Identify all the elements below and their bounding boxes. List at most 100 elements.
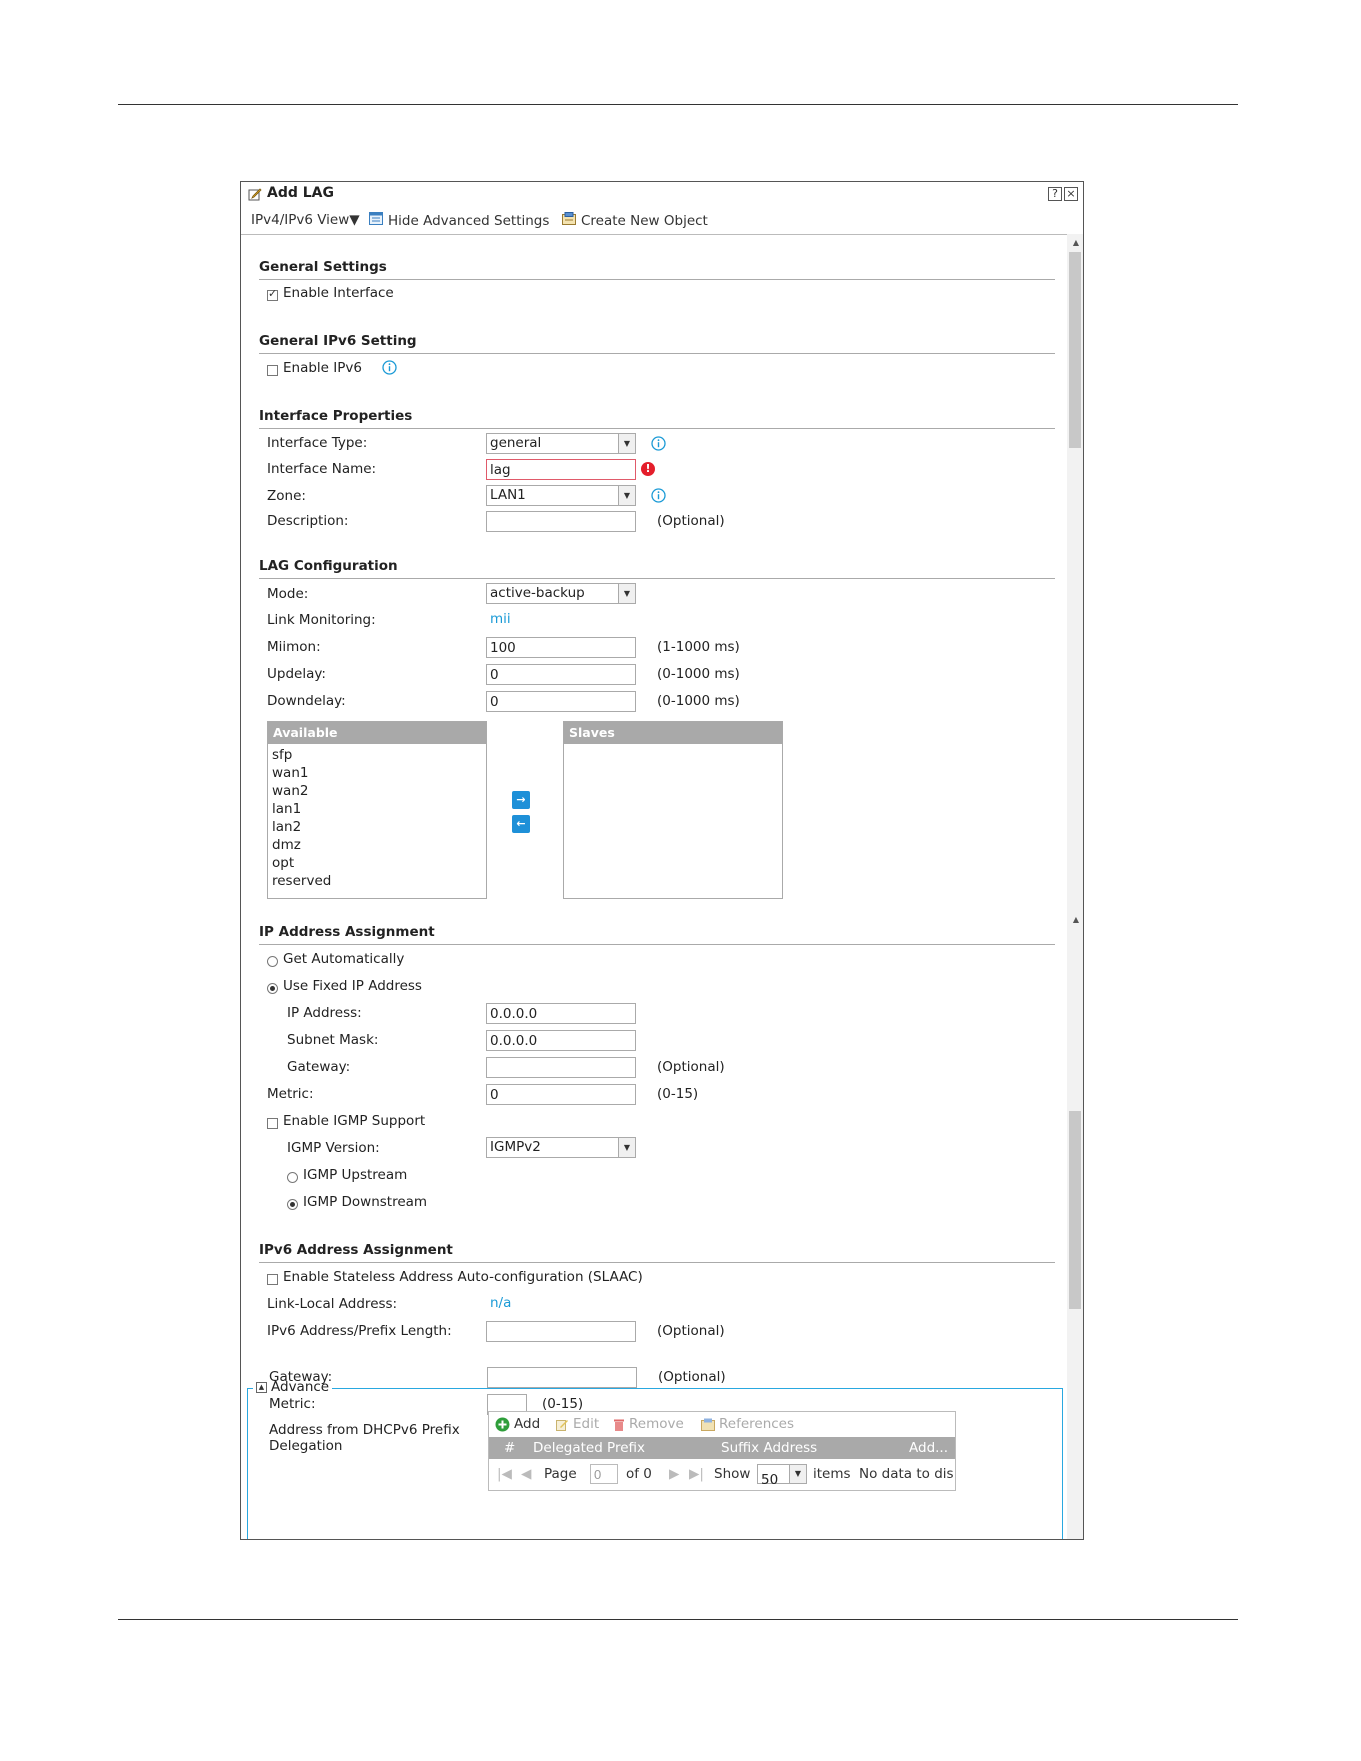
link-local-value: n/a — [490, 1295, 512, 1311]
ipv6-prefix-input[interactable] — [486, 1321, 636, 1342]
section-divider — [259, 279, 1055, 280]
link-monitoring-value: mii — [490, 611, 511, 627]
page-size-select[interactable]: 50 ▼ — [757, 1464, 807, 1488]
miimon-input[interactable] — [486, 637, 636, 658]
items-label: items — [813, 1466, 851, 1482]
info-icon[interactable] — [651, 436, 666, 451]
edit-icon — [556, 1419, 568, 1431]
igmp-upstream-radio[interactable] — [287, 1172, 298, 1183]
subnet-mask-input[interactable] — [486, 1030, 636, 1051]
chevron-down-icon: ▼ — [618, 486, 635, 505]
lag-configuration-title: LAG Configuration — [259, 558, 398, 574]
dialog-toolbar: IPv4/IPv6 View▼ Hide Advanced Settings C… — [241, 208, 1083, 235]
gateway-input[interactable] — [486, 1057, 636, 1078]
zone-value: LAN1 — [490, 487, 526, 503]
enable-ipv6-label: Enable IPv6 — [283, 360, 362, 376]
scroll-up-icon[interactable]: ▲ — [1073, 915, 1079, 924]
section-divider — [259, 1262, 1055, 1263]
list-item[interactable]: wan1 — [268, 764, 486, 782]
use-fixed-ip-radio[interactable] — [267, 983, 278, 994]
slaves-list-header: Slaves — [564, 722, 782, 744]
settings-list-icon — [369, 212, 383, 229]
igmp-version-select[interactable]: IGMPv2 ▼ — [486, 1137, 636, 1158]
available-list-items: sfp wan1 wan2 lan1 lan2 dmz opt reserved — [268, 744, 486, 890]
object-icon — [562, 212, 576, 229]
ipv6-address-assignment-title: IPv6 Address Assignment — [259, 1242, 453, 1258]
view-menu-label: IPv4/IPv6 View▼ — [251, 212, 360, 228]
list-item[interactable]: dmz — [268, 836, 486, 854]
last-page-icon[interactable]: ▶| — [689, 1466, 704, 1482]
vertical-scrollbar[interactable]: ▲ ▲ — [1067, 234, 1083, 1539]
zone-label: Zone: — [267, 488, 306, 504]
move-right-button[interactable]: → — [512, 791, 530, 809]
list-item[interactable]: opt — [268, 854, 486, 872]
enable-interface-checkbox[interactable] — [267, 287, 278, 301]
zone-select[interactable]: LAN1 ▼ — [486, 485, 636, 506]
dialog-content: General Settings Enable Interface Genera… — [241, 234, 1067, 1539]
metric-input[interactable] — [486, 1084, 636, 1105]
grid-header: # Delegated Prefix Suffix Address Add... — [489, 1437, 955, 1459]
enable-ipv6-checkbox[interactable] — [267, 365, 278, 376]
close-button[interactable]: × — [1064, 187, 1078, 201]
link-local-label: Link-Local Address: — [267, 1296, 398, 1312]
downdelay-input[interactable] — [486, 691, 636, 712]
next-page-icon[interactable]: ▶ — [669, 1466, 679, 1482]
column-header-suffix-address[interactable]: Suffix Address — [721, 1437, 817, 1459]
advance-gateway-input[interactable] — [487, 1367, 637, 1388]
updelay-input[interactable] — [486, 664, 636, 685]
general-settings-title: General Settings — [259, 259, 387, 275]
gateway-hint: (Optional) — [657, 1059, 725, 1075]
slaves-list[interactable]: Slaves — [563, 721, 783, 899]
add-button[interactable]: Add — [495, 1416, 540, 1432]
chevron-down-icon: ▼ — [618, 434, 635, 453]
get-automatically-radio[interactable] — [267, 956, 278, 967]
info-icon[interactable] — [651, 488, 666, 503]
info-icon[interactable] — [382, 360, 397, 375]
references-button[interactable]: References — [701, 1416, 794, 1432]
general-ipv6-setting-title: General IPv6 Setting — [259, 333, 417, 349]
list-item[interactable]: reserved — [268, 872, 486, 890]
enable-igmp-label: Enable IGMP Support — [283, 1113, 426, 1129]
page-input[interactable] — [590, 1464, 618, 1484]
prev-page-icon[interactable]: ◀ — [521, 1466, 531, 1482]
move-left-button[interactable]: ← — [512, 815, 530, 833]
scrollbar-thumb-top[interactable] — [1069, 252, 1081, 448]
edit-button[interactable]: Edit — [556, 1416, 599, 1432]
mode-select[interactable]: active-backup ▼ — [486, 583, 636, 604]
interface-name-input[interactable] — [486, 459, 636, 480]
remove-button[interactable]: Remove — [613, 1416, 684, 1432]
scroll-up-icon[interactable]: ▲ — [1073, 238, 1079, 247]
description-input[interactable] — [486, 511, 636, 532]
available-list[interactable]: Available sfp wan1 wan2 lan1 lan2 dmz op… — [267, 721, 487, 899]
list-item[interactable]: wan2 — [268, 782, 486, 800]
add-label: Add — [514, 1416, 541, 1432]
column-header-index[interactable]: # — [504, 1437, 515, 1459]
create-new-object-button[interactable]: Create New Object — [562, 212, 708, 229]
column-header-add[interactable]: Add... — [909, 1437, 948, 1459]
hide-advanced-button[interactable]: Hide Advanced Settings — [369, 212, 549, 229]
view-menu[interactable]: IPv4/IPv6 View▼ — [251, 212, 360, 228]
mode-label: Mode: — [267, 586, 309, 602]
metric-hint: (0-15) — [657, 1086, 699, 1102]
collapse-icon: ▲ — [256, 1381, 267, 1393]
help-button[interactable]: ? — [1048, 187, 1062, 201]
dhcp-prefix-label: Address from DHCPv6 Prefix — [269, 1422, 460, 1438]
list-item[interactable]: lan1 — [268, 800, 486, 818]
enable-interface-label: Enable Interface — [283, 285, 394, 301]
list-item[interactable]: sfp — [268, 746, 486, 764]
interface-type-select[interactable]: general ▼ — [486, 433, 636, 454]
first-page-icon[interactable]: |◀ — [497, 1466, 512, 1482]
igmp-downstream-radio[interactable] — [287, 1199, 298, 1210]
section-divider — [259, 353, 1055, 354]
list-item[interactable]: lan2 — [268, 818, 486, 836]
use-fixed-ip-label: Use Fixed IP Address — [283, 978, 422, 994]
column-header-delegated-prefix[interactable]: Delegated Prefix — [533, 1437, 645, 1459]
metric-label: Metric: — [267, 1086, 314, 1102]
scrollbar-thumb-bottom[interactable] — [1069, 1111, 1081, 1309]
dhcp-prefix-grid: Add Edit Remove References # Delegated P… — [488, 1411, 956, 1491]
slaac-checkbox[interactable] — [267, 1274, 278, 1285]
link-monitoring-label: Link Monitoring: — [267, 612, 376, 628]
enable-igmp-checkbox[interactable] — [267, 1118, 278, 1129]
chevron-down-icon: ▼ — [618, 584, 635, 603]
ip-address-input[interactable] — [486, 1003, 636, 1024]
